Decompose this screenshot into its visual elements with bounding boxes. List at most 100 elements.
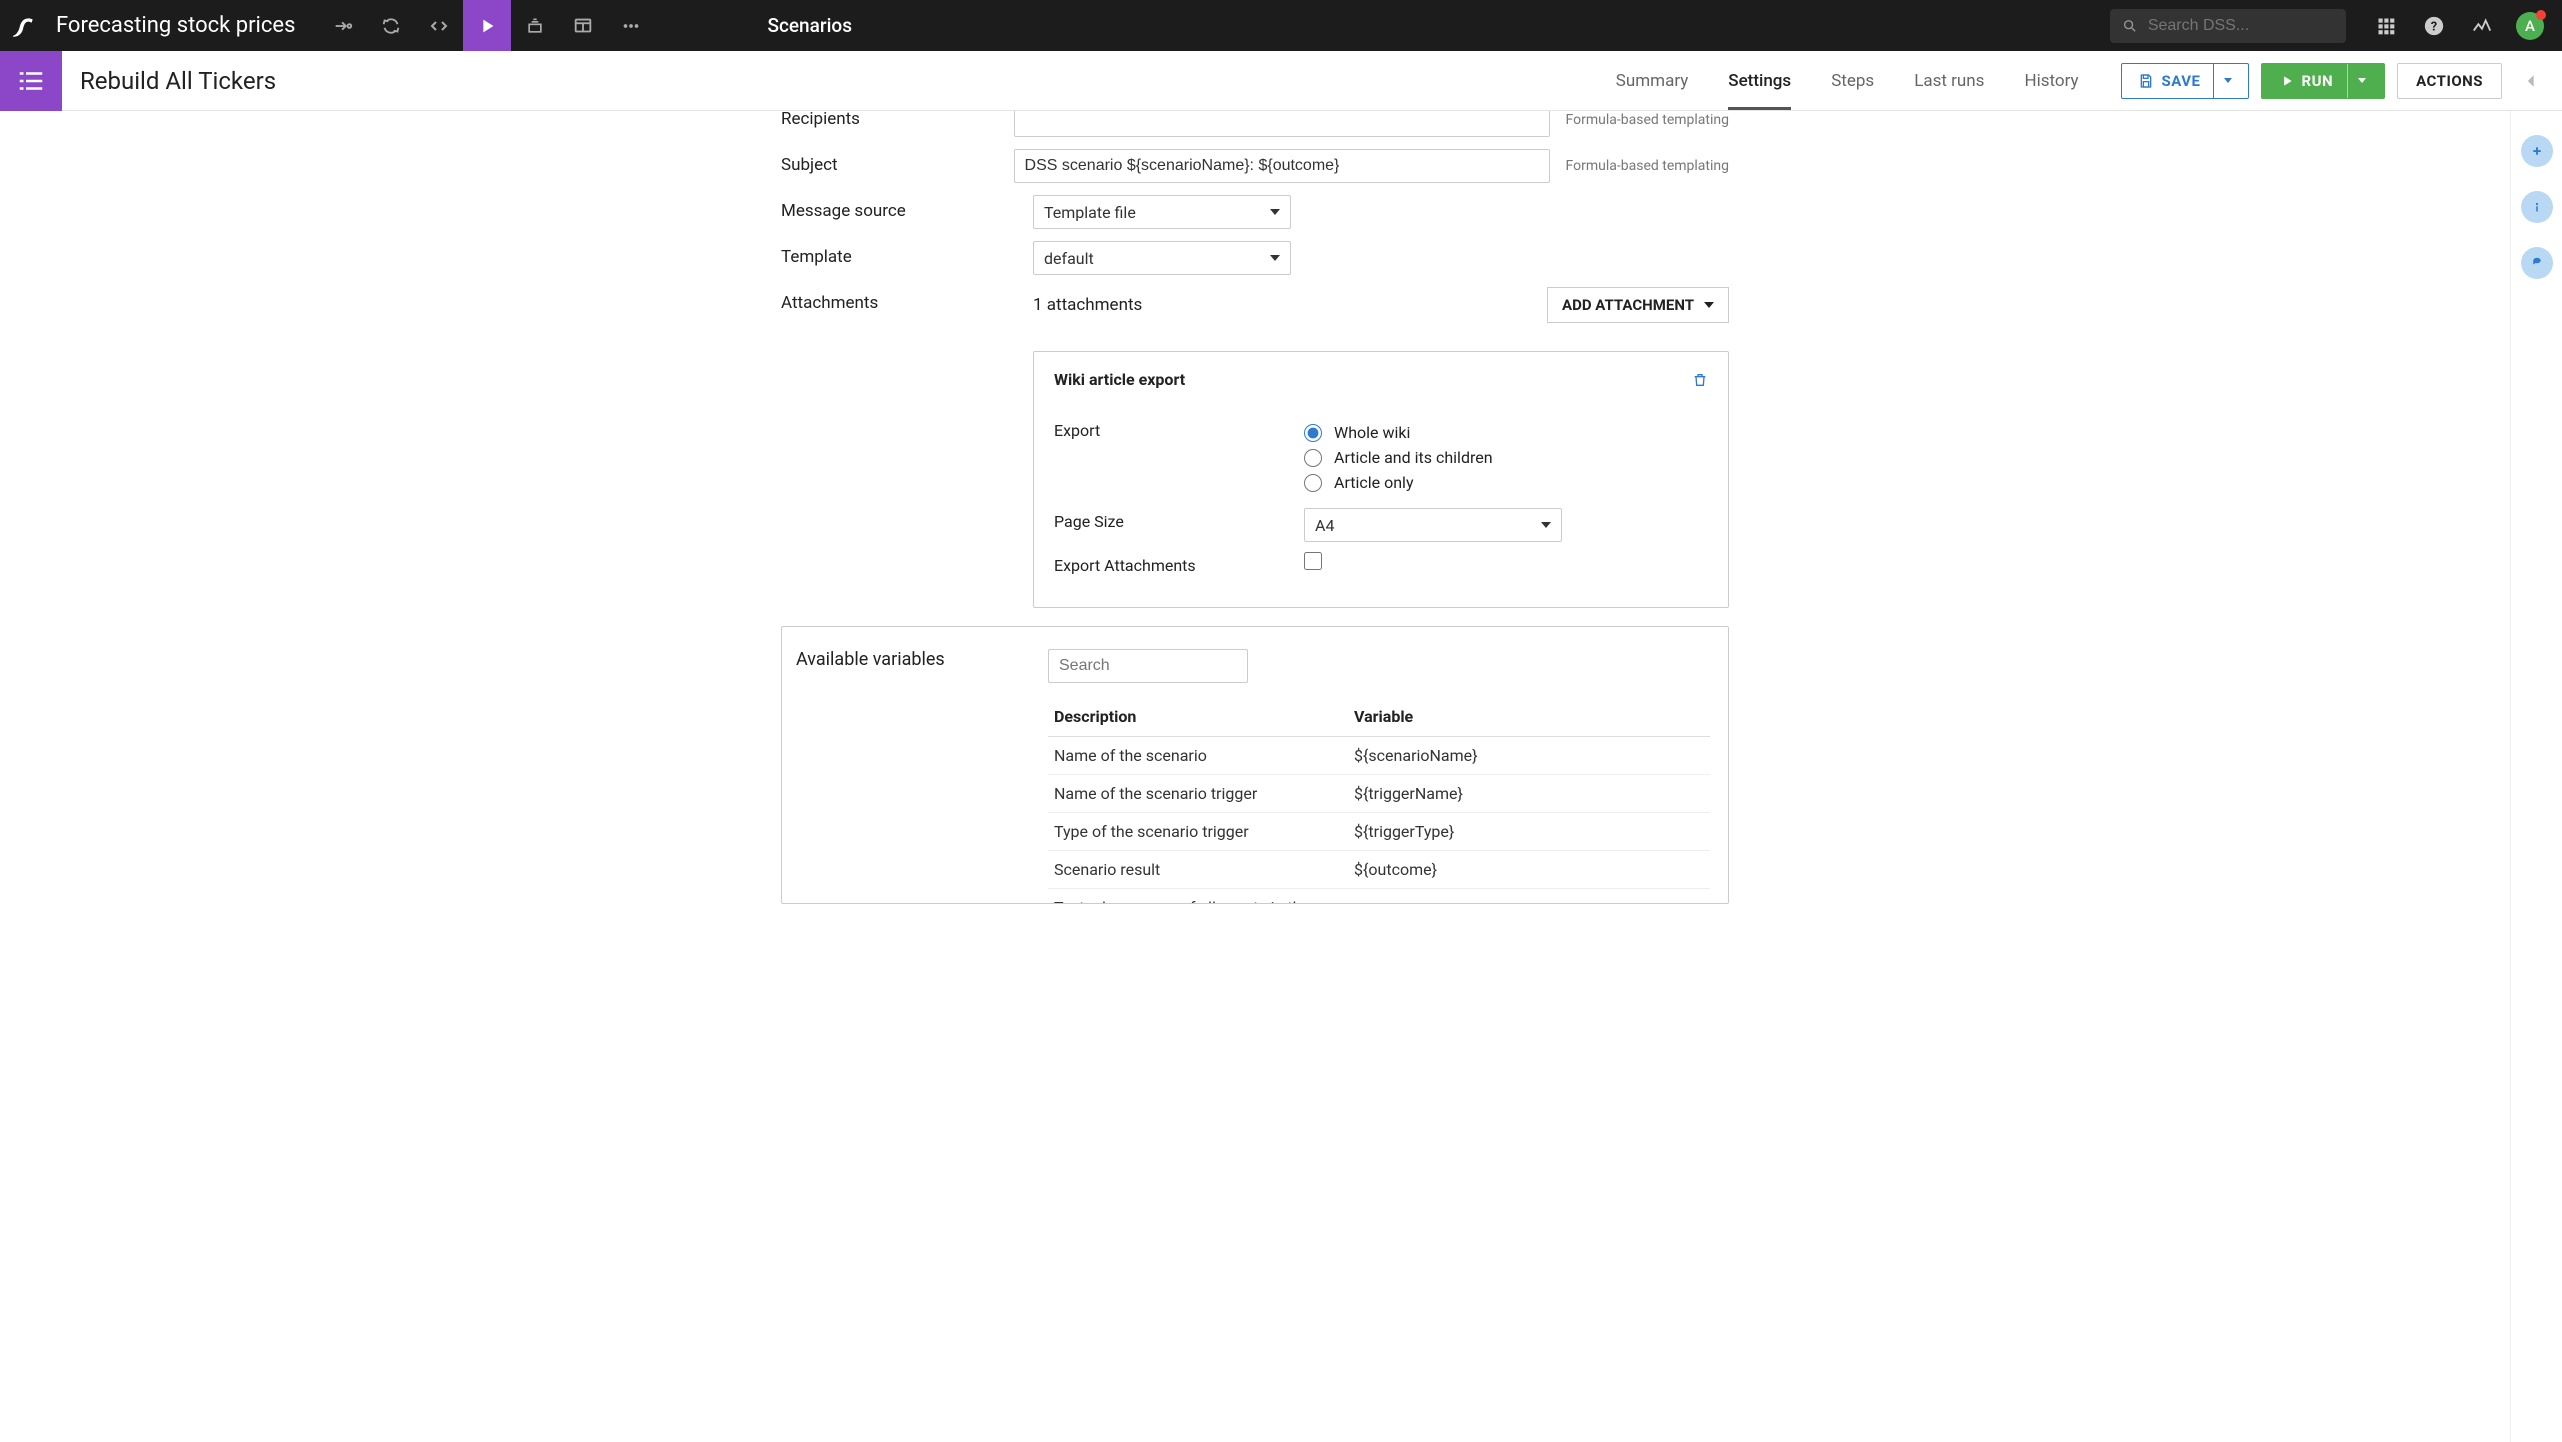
table-row[interactable]: Name of the scenario trigger${triggerNam… bbox=[1048, 775, 1710, 813]
table-row[interactable]: Textual summary of all events in the sce… bbox=[1048, 889, 1710, 904]
variables-table: Description Variable Name of the scenari… bbox=[1048, 697, 1710, 903]
message-source-label: Message source bbox=[781, 195, 1033, 221]
product-logo[interactable] bbox=[0, 13, 48, 39]
export-attachments-label: Export Attachments bbox=[1054, 552, 1304, 575]
user-avatar[interactable]: A bbox=[2506, 0, 2554, 51]
content-scroll[interactable]: Recipients Formula-based templating Subj… bbox=[0, 111, 2510, 1442]
apps-grid-icon[interactable] bbox=[2362, 0, 2410, 51]
available-variables-label: Available variables bbox=[796, 649, 1048, 903]
save-dropdown-icon[interactable] bbox=[2213, 64, 2232, 98]
page-size-select[interactable]: A4 bbox=[1304, 508, 1562, 542]
search-icon bbox=[2122, 17, 2138, 35]
nav-play-icon[interactable] bbox=[463, 0, 511, 51]
nav-recycle-icon[interactable] bbox=[367, 0, 415, 51]
export-radio-group: Whole wiki Article and its children Arti… bbox=[1304, 417, 1708, 498]
nav-icons-group bbox=[319, 0, 655, 51]
subbar: Rebuild All Tickers Summary Settings Ste… bbox=[0, 51, 2562, 111]
table-row[interactable]: Name of the scenario${scenarioName} bbox=[1048, 737, 1710, 775]
tab-settings[interactable]: Settings bbox=[1728, 51, 1791, 110]
variables-search-input[interactable] bbox=[1048, 649, 1248, 683]
breadcrumb-scenarios[interactable]: Scenarios bbox=[767, 14, 852, 37]
recipients-input[interactable] bbox=[1014, 111, 1550, 137]
save-button[interactable]: SAVE bbox=[2121, 63, 2249, 99]
project-name[interactable]: Forecasting stock prices bbox=[56, 13, 295, 38]
variables-header-description: Description bbox=[1048, 697, 1348, 737]
avatar-initial: A bbox=[2525, 17, 2535, 35]
chevron-down-icon bbox=[1270, 255, 1280, 261]
template-label: Template bbox=[781, 241, 1033, 267]
export-option-whole[interactable]: Whole wiki bbox=[1304, 423, 1708, 442]
message-source-select[interactable]: Template file bbox=[1033, 195, 1291, 229]
actions-button-label: ACTIONS bbox=[2416, 72, 2483, 90]
save-button-label: SAVE bbox=[2162, 72, 2201, 90]
export-label: Export bbox=[1054, 417, 1304, 440]
topbar: Forecasting stock prices Scenarios ? A bbox=[0, 0, 2562, 51]
variable-expression: ${triggerName} bbox=[1348, 775, 1710, 813]
nav-dataset-icon[interactable] bbox=[511, 0, 559, 51]
scenario-list-icon[interactable] bbox=[0, 51, 62, 111]
variables-header-variable: Variable bbox=[1348, 697, 1710, 737]
template-value: default bbox=[1044, 249, 1094, 268]
recipients-label: Recipients bbox=[781, 111, 1014, 129]
template-select[interactable]: default bbox=[1033, 241, 1291, 275]
variable-description: Textual summary of all events in the sce… bbox=[1048, 889, 1348, 904]
attachment-card: Wiki article export Export Whole wiki Ar… bbox=[1033, 351, 1729, 608]
attachments-count: 1 attachments bbox=[1033, 295, 1142, 315]
global-search-input[interactable] bbox=[2148, 17, 2334, 35]
chevron-down-icon bbox=[1704, 302, 1714, 308]
run-button-label: RUN bbox=[2302, 72, 2334, 90]
variables-table-scroll[interactable]: Description Variable Name of the scenari… bbox=[1048, 683, 1714, 903]
variable-expression: ${scenarioName} bbox=[1348, 737, 1710, 775]
collapse-panel-icon[interactable] bbox=[2514, 71, 2550, 91]
export-option-only[interactable]: Article only bbox=[1304, 473, 1708, 492]
rail-info-icon[interactable] bbox=[2521, 191, 2553, 223]
variable-description: Name of the scenario bbox=[1048, 737, 1348, 775]
chevron-down-icon bbox=[1541, 522, 1551, 528]
add-attachment-label: ADD ATTACHMENT bbox=[1562, 296, 1694, 314]
run-dropdown-icon[interactable] bbox=[2347, 64, 2366, 98]
variable-description: Type of the scenario trigger bbox=[1048, 813, 1348, 851]
export-option-children[interactable]: Article and its children bbox=[1304, 448, 1708, 467]
variable-expression: ${allEventsSummary} bbox=[1348, 889, 1710, 904]
attachment-title: Wiki article export bbox=[1054, 370, 1185, 389]
page-title: Rebuild All Tickers bbox=[80, 67, 276, 95]
notification-dot-icon bbox=[2536, 10, 2546, 20]
table-row[interactable]: Scenario result${outcome} bbox=[1048, 851, 1710, 889]
delete-attachment-icon[interactable] bbox=[1692, 372, 1708, 388]
tab-history[interactable]: History bbox=[2024, 51, 2078, 110]
svg-text:?: ? bbox=[2431, 19, 2437, 34]
subject-hint: Formula-based templating bbox=[1566, 158, 1729, 174]
recipients-hint: Formula-based templating bbox=[1566, 112, 1729, 128]
nav-more-icon[interactable] bbox=[607, 0, 655, 51]
tab-last-runs[interactable]: Last runs bbox=[1914, 51, 1984, 110]
nav-flow-icon[interactable] bbox=[319, 0, 367, 51]
global-search[interactable] bbox=[2110, 9, 2346, 43]
subject-input[interactable] bbox=[1014, 149, 1550, 183]
rail-chat-icon[interactable] bbox=[2521, 247, 2553, 279]
table-row[interactable]: Type of the scenario trigger${triggerTyp… bbox=[1048, 813, 1710, 851]
variable-expression: ${outcome} bbox=[1348, 851, 1710, 889]
nav-code-icon[interactable] bbox=[415, 0, 463, 51]
tab-summary[interactable]: Summary bbox=[1616, 51, 1688, 110]
play-icon bbox=[2280, 74, 2294, 88]
variable-description: Name of the scenario trigger bbox=[1048, 775, 1348, 813]
tabs: Summary Settings Steps Last runs History bbox=[1616, 51, 2079, 110]
right-rail bbox=[2510, 111, 2562, 1442]
variable-expression: ${triggerType} bbox=[1348, 813, 1710, 851]
page-size-value: A4 bbox=[1315, 516, 1334, 535]
subject-label: Subject bbox=[781, 149, 1014, 175]
save-icon bbox=[2138, 73, 2154, 89]
run-button[interactable]: RUN bbox=[2261, 63, 2386, 99]
chevron-down-icon bbox=[1270, 209, 1280, 215]
variable-description: Scenario result bbox=[1048, 851, 1348, 889]
tab-steps[interactable]: Steps bbox=[1831, 51, 1874, 110]
actions-button[interactable]: ACTIONS bbox=[2397, 63, 2502, 99]
message-source-value: Template file bbox=[1044, 203, 1136, 222]
nav-dashboard-icon[interactable] bbox=[559, 0, 607, 51]
add-attachment-button[interactable]: ADD ATTACHMENT bbox=[1547, 287, 1729, 323]
available-variables-section: Available variables Description Variable… bbox=[781, 626, 1729, 904]
export-attachments-checkbox[interactable] bbox=[1304, 552, 1322, 570]
activity-icon[interactable] bbox=[2458, 0, 2506, 51]
rail-add-icon[interactable] bbox=[2521, 135, 2553, 167]
help-icon[interactable]: ? bbox=[2410, 0, 2458, 51]
